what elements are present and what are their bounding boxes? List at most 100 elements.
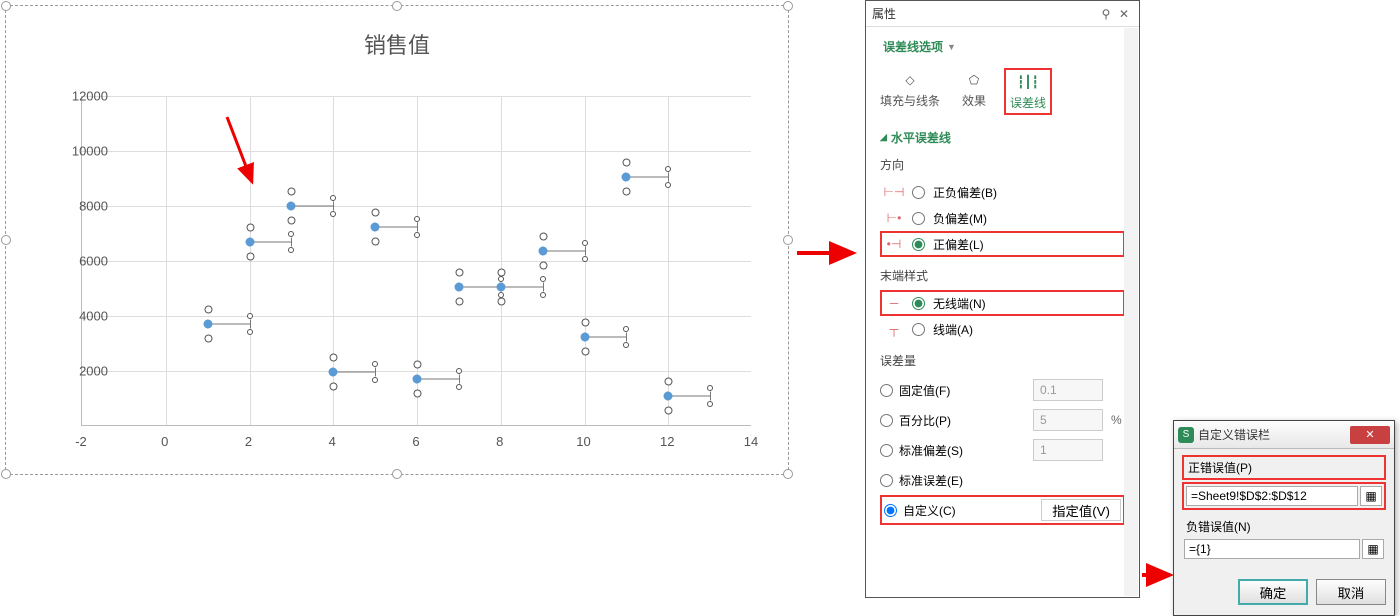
negative-error-label: 负错误值(N) (1182, 516, 1386, 537)
y-tick: 4000 (79, 309, 108, 324)
endstyle-cap[interactable]: ┬ 线端(A) (880, 316, 1125, 342)
annotation-arrow (222, 112, 272, 205)
data-point[interactable] (329, 368, 338, 377)
radio-stddev[interactable] (880, 444, 893, 457)
error-bar[interactable] (417, 379, 459, 380)
errorbar-icon: ┇┃┇ (1016, 72, 1040, 92)
radio-percent[interactable] (880, 414, 893, 427)
bucket-icon: ◇ (898, 70, 922, 90)
x-tick: 14 (744, 434, 758, 449)
error-bar[interactable] (375, 226, 417, 227)
data-point[interactable] (245, 237, 254, 246)
x-tick: 10 (576, 434, 590, 449)
direction-plus[interactable]: •⊣ 正偏差(L) (880, 231, 1125, 257)
resize-handle[interactable] (1, 235, 11, 245)
pin-icon[interactable]: ⚲ (1097, 7, 1115, 21)
panel-title: 属性 (872, 5, 1097, 22)
data-point[interactable] (664, 391, 673, 400)
y-tick: 12000 (72, 89, 108, 104)
x-tick: 6 (412, 434, 419, 449)
x-tick: -2 (75, 434, 87, 449)
chart-title[interactable]: 销售值 (6, 28, 788, 60)
negative-error-input[interactable] (1184, 539, 1360, 559)
section-heading[interactable]: 水平误差线 (880, 129, 1125, 146)
direction-heading: 方向 (880, 156, 1125, 173)
x-tick: 2 (245, 434, 252, 449)
error-bar[interactable] (543, 251, 585, 252)
chevron-down-icon: ▼ (947, 42, 956, 52)
range-select-icon[interactable]: ▦ (1360, 486, 1382, 506)
cap-icon: ┬ (884, 322, 904, 336)
resize-handle[interactable] (783, 235, 793, 245)
y-tick: 8000 (79, 199, 108, 214)
radio-nocap[interactable] (912, 297, 925, 310)
error-bar[interactable] (668, 395, 710, 396)
data-point[interactable] (496, 283, 505, 292)
panel-scrollbar[interactable] (1124, 28, 1138, 596)
resize-handle[interactable] (1, 1, 11, 11)
annotation-arrow (795, 238, 865, 271)
plus-icon: •⊣ (884, 237, 904, 251)
direction-both[interactable]: ⊢⊣ 正负偏差(B) (880, 179, 1125, 205)
y-tick: 10000 (72, 144, 108, 159)
data-point[interactable] (287, 202, 296, 211)
fixed-value[interactable]: 0.1 (1033, 379, 1103, 401)
specify-value-button[interactable]: 指定值(V) (1041, 499, 1121, 521)
cancel-button[interactable]: 取消 (1316, 579, 1386, 605)
minus-icon: ⊢• (884, 211, 904, 225)
plot-area[interactable] (81, 96, 751, 426)
endstyle-nocap[interactable]: ─ 无线端(N) (880, 290, 1125, 316)
x-tick: 12 (660, 434, 674, 449)
ok-button[interactable]: 确定 (1238, 579, 1308, 605)
radio-cap[interactable] (912, 323, 925, 336)
range-select-icon[interactable]: ▦ (1362, 539, 1384, 559)
data-point[interactable] (413, 375, 422, 384)
x-tick: 0 (161, 434, 168, 449)
data-point[interactable] (203, 320, 212, 329)
data-point[interactable] (538, 247, 547, 256)
tab-fill[interactable]: ◇ 填充与线条 (876, 68, 944, 115)
radio-fixed[interactable] (880, 384, 893, 397)
radio-plus[interactable] (912, 238, 925, 251)
radio-custom[interactable] (884, 504, 897, 517)
error-bar[interactable] (333, 372, 375, 373)
app-logo-icon: S (1178, 427, 1194, 443)
error-bar[interactable] (459, 287, 501, 288)
tab-effect[interactable]: ⬠ 效果 (958, 68, 990, 115)
radio-minus[interactable] (912, 212, 925, 225)
direction-minus[interactable]: ⊢• 负偏差(M) (880, 205, 1125, 231)
amount-heading: 误差量 (880, 352, 1125, 369)
error-bar[interactable] (585, 336, 627, 337)
data-point[interactable] (580, 332, 589, 341)
x-tick: 4 (329, 434, 336, 449)
resize-handle[interactable] (392, 1, 402, 11)
dialog-close-button[interactable]: ✕ (1350, 426, 1390, 444)
custom-error-dialog: S 自定义错误栏 ✕ 正错误值(P) ▦ 负错误值(N) ▦ 确定 取消 (1173, 420, 1395, 616)
error-bar[interactable] (501, 287, 543, 288)
dialog-title: 自定义错误栏 (1198, 426, 1350, 443)
error-bar[interactable] (208, 324, 250, 325)
radio-both[interactable] (912, 186, 925, 199)
error-bar[interactable] (250, 241, 292, 242)
resize-handle[interactable] (783, 1, 793, 11)
data-point[interactable] (622, 173, 631, 182)
data-point[interactable] (454, 283, 463, 292)
chart-object[interactable]: 销售值 20004000600080001000012000-202468101… (5, 5, 789, 475)
tab-errorbar[interactable]: ┇┃┇ 误差线 (1004, 68, 1052, 115)
y-tick: 2000 (79, 364, 108, 379)
close-icon[interactable]: ✕ (1115, 7, 1133, 21)
x-tick: 8 (496, 434, 503, 449)
radio-stderr[interactable] (880, 474, 893, 487)
error-bar[interactable] (291, 206, 333, 207)
resize-handle[interactable] (1, 469, 11, 479)
data-point[interactable] (371, 222, 380, 231)
stddev-value[interactable]: 1 (1033, 439, 1103, 461)
resize-handle[interactable] (392, 469, 402, 479)
resize-handle[interactable] (783, 469, 793, 479)
error-bar[interactable] (626, 177, 668, 178)
properties-panel: 属性 ⚲ ✕ 误差线选项 ▼ ◇ 填充与线条 ⬠ 效果 ┇┃┇ 误差线 水平误差… (865, 0, 1140, 598)
nocap-icon: ─ (884, 296, 904, 310)
options-dropdown[interactable]: 误差线选项 ▼ (874, 33, 965, 60)
percent-value[interactable]: 5 (1033, 409, 1103, 431)
positive-error-input[interactable] (1186, 486, 1358, 506)
